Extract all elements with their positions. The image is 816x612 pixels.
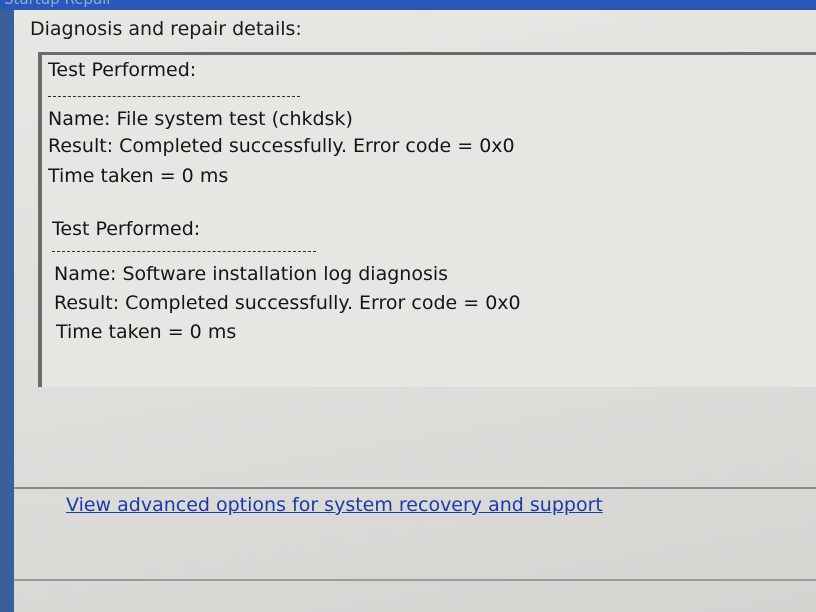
test-header: Test Performed: [48,59,197,81]
test-time: Time taken = 0 ms [56,321,237,343]
bottom-separator [14,579,816,581]
section-heading: Diagnosis and repair details: [30,18,302,40]
test-rule [52,251,316,252]
screen: Startup Repair Diagnosis and repair deta… [0,0,816,612]
test-header: Test Performed: [52,218,201,240]
test-name: Name: Software installation log diagnosi… [54,263,449,285]
test-result: Result: Completed successfully. Error co… [54,292,521,314]
window-left-edge [0,10,14,612]
advanced-options-link[interactable]: View advanced options for system recover… [66,494,603,516]
test-time: Time taken = 0 ms [48,165,229,187]
details-text-box[interactable]: Test Performed: Name: File system test (… [38,52,816,387]
test-name: Name: File system test (chkdsk) [48,108,353,130]
footer-separator [14,487,816,489]
test-result: Result: Completed successfully. Error co… [48,135,515,157]
title-bar: Startup Repair [0,0,816,10]
window-title: Startup Repair [4,0,112,8]
test-rule [48,96,300,97]
